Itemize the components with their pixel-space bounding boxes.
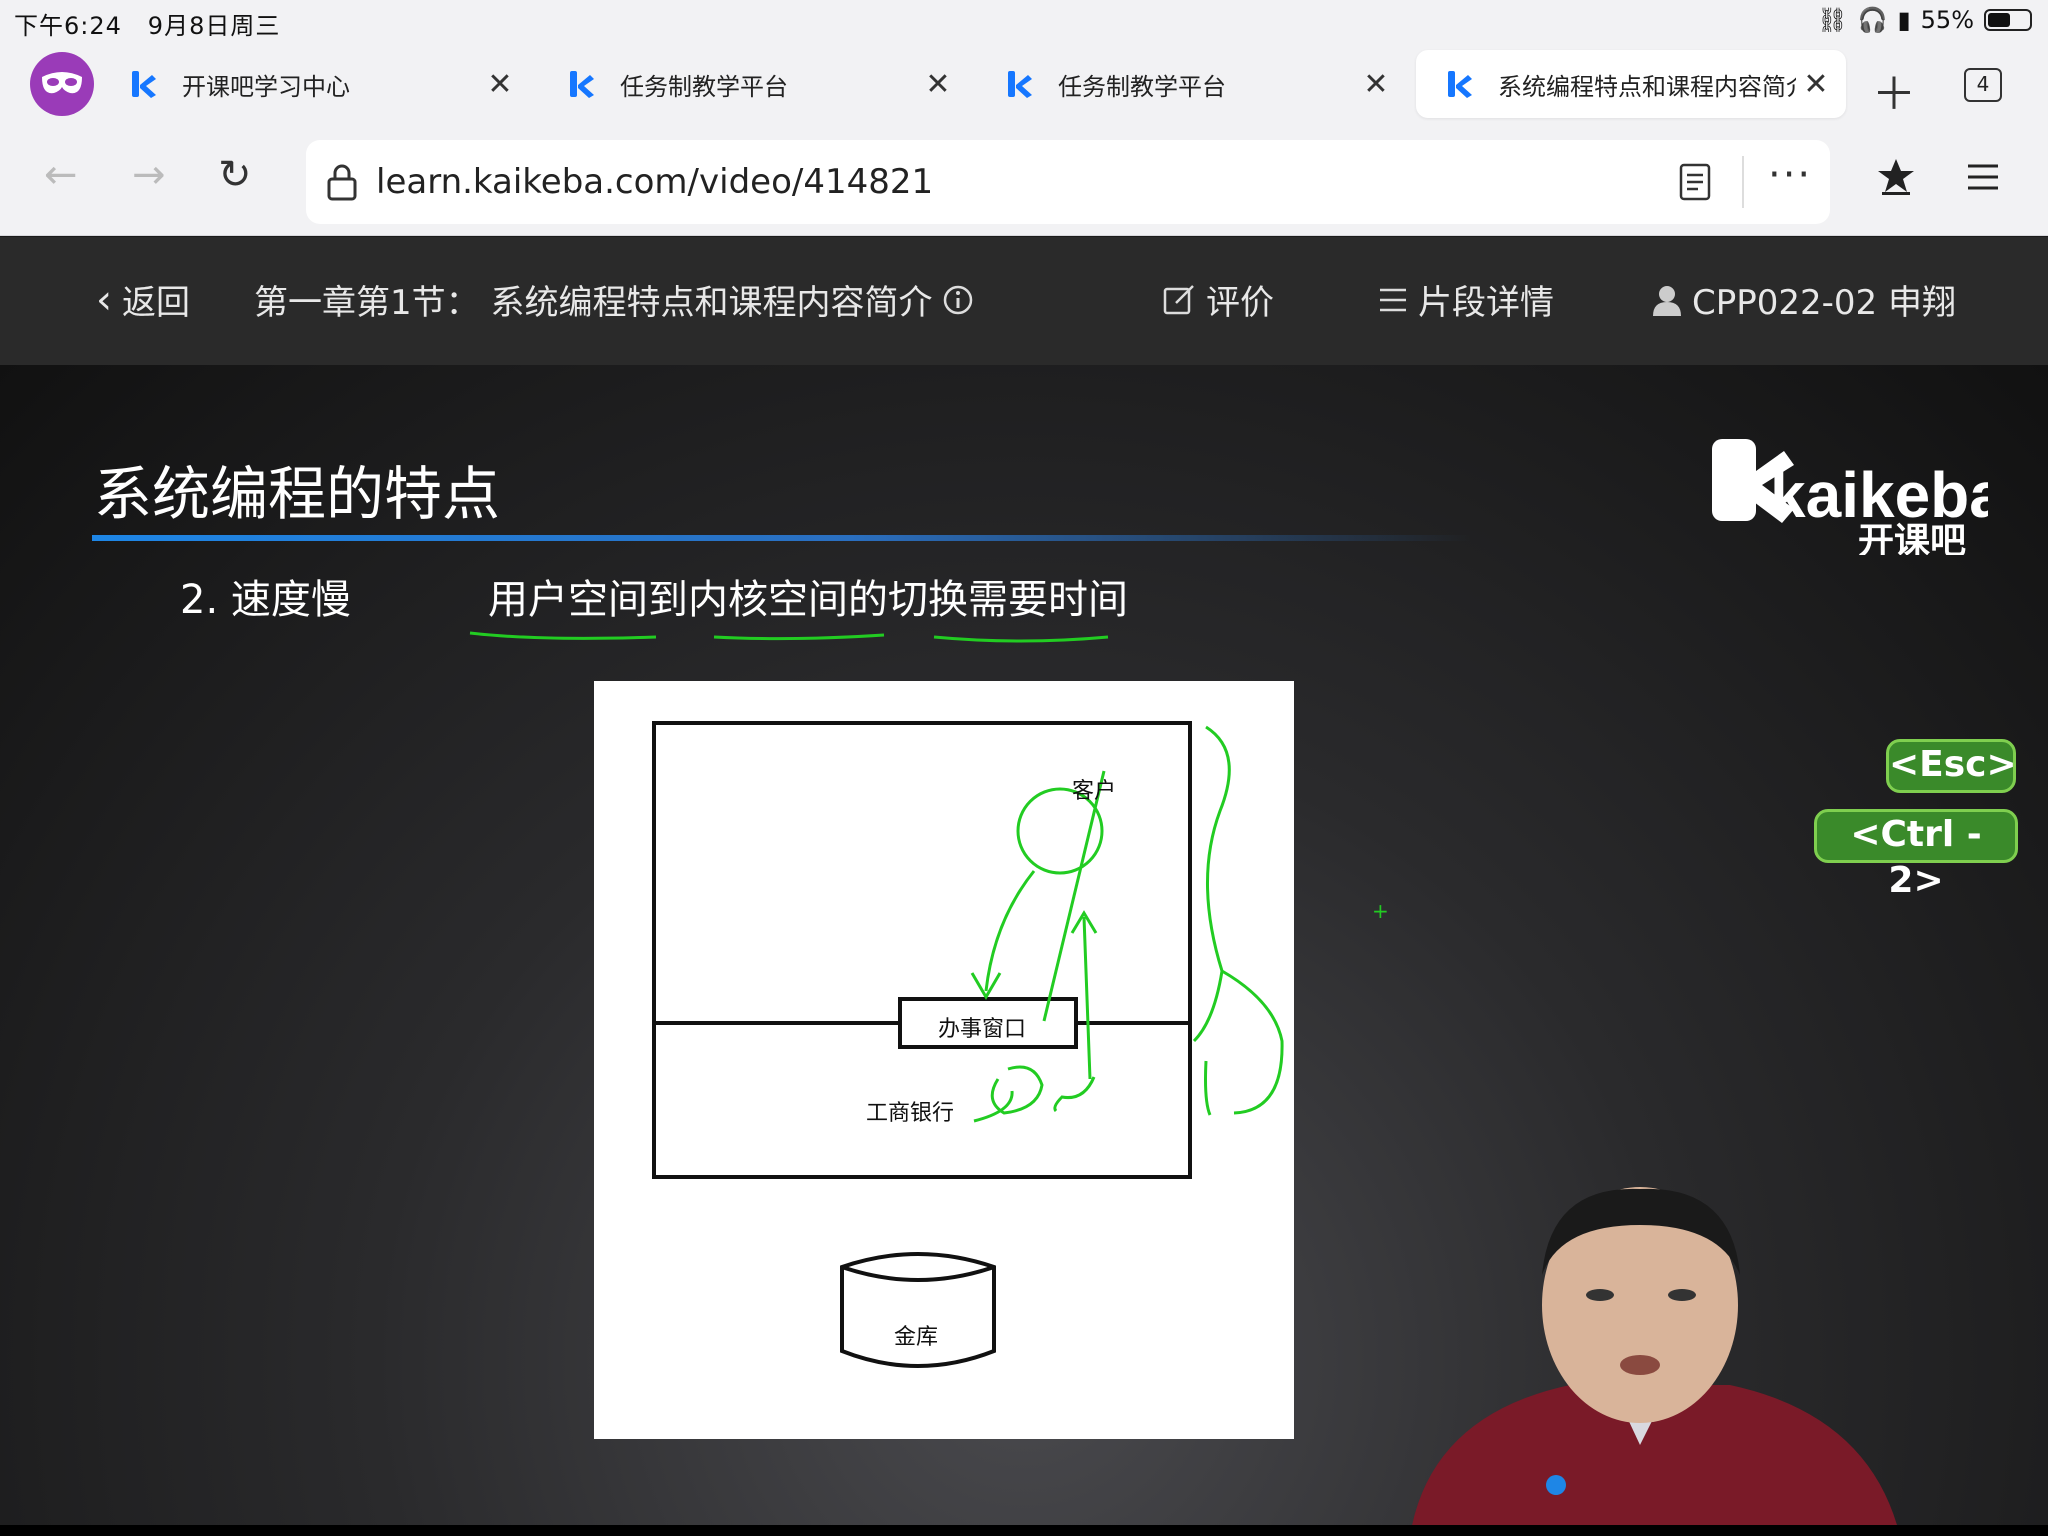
review-label: 评价: [1206, 283, 1274, 323]
menu-icon[interactable]: [1966, 162, 2000, 192]
reader-mode-icon[interactable]: [1678, 162, 1712, 202]
reload-icon[interactable]: ↻: [218, 152, 252, 198]
vault-label: 金库: [894, 1325, 939, 1350]
cursor-plus-icon: +: [1372, 899, 1389, 923]
bank-label: 工商银行: [866, 1101, 955, 1126]
presenter-video: [1410, 1187, 1900, 1536]
tab-1[interactable]: 开课吧学习中心 ✕: [100, 50, 530, 118]
course-header: ‹ 返回 第一章第1节： 系统编程特点和课程内容简介 评价 片段详情 CPP02…: [0, 237, 2048, 365]
status-right: ⛓ 🎧 ▮ 55%: [1817, 6, 2032, 34]
back-button[interactable]: ‹ 返回: [96, 275, 190, 324]
customer-label: 客户: [1072, 779, 1117, 804]
tab-3[interactable]: 任务制教学平台 ✕: [976, 50, 1406, 118]
battery-icon: [1984, 9, 2032, 31]
bullet-point-label: 2. 速度慢: [180, 577, 351, 623]
forward-arrow-icon[interactable]: →: [132, 152, 166, 198]
tab-bar: 开课吧学习中心 ✕ 任务制教学平台 ✕ 任务制教学平台 ✕ 系统编程特点和课程内…: [0, 40, 2048, 126]
window-label: 办事窗口: [938, 1017, 1027, 1042]
video-player[interactable]: 系统编程的特点 kaikeba 开课吧 2. 速度慢 用户空间到内核空间的切换需…: [0, 365, 2048, 1536]
info-icon[interactable]: [942, 284, 974, 316]
lesson-title-text: 第一章第1节： 系统编程特点和课程内容简介: [254, 283, 933, 323]
chevron-left-icon: ‹: [96, 276, 112, 323]
status-bar: 下午6:24 9月8日周三 ⛓ 🎧 ▮ 55%: [0, 0, 2048, 40]
ctrl2-shortcut-badge[interactable]: <Ctrl - 2>: [1814, 809, 2018, 901]
tab-count-button[interactable]: 4: [1964, 68, 2002, 102]
svg-text:开课吧: 开课吧: [1858, 521, 1966, 555]
kaikeba-logo-icon: [1008, 71, 1032, 98]
profile-mask-icon[interactable]: [30, 52, 94, 116]
url-text: learn.kaikeba.com/video/414821: [376, 162, 934, 202]
tab-label: 任务制教学平台: [1058, 72, 1226, 101]
whiteboard-diagram: 客户 办事窗口 工商银行 金库: [594, 681, 1294, 1439]
segment-label: 片段详情: [1418, 283, 1554, 323]
edit-icon: [1163, 284, 1194, 314]
battery-percent: 55%: [1920, 6, 1974, 34]
tab-2[interactable]: 任务制教学平台 ✕: [538, 50, 968, 118]
close-icon[interactable]: ✕: [918, 67, 958, 102]
slide-title: 系统编程的特点: [94, 460, 501, 528]
time-text: 下午6:24: [14, 12, 122, 40]
signal-icon: ▮: [1897, 6, 1911, 34]
kaikeba-logo-icon: [570, 71, 594, 98]
close-icon[interactable]: ✕: [480, 67, 520, 102]
date-text: 9月8日周三: [147, 12, 281, 40]
segment-details-button[interactable]: 片段详情: [1378, 275, 1554, 324]
tab-4-active[interactable]: 系统编程特点和课程内容简介 ✕: [1416, 50, 1846, 118]
tab-label: 开课吧学习中心: [182, 72, 350, 101]
tab-label: 系统编程特点和课程内容简介: [1498, 72, 1796, 101]
bookmark-star-icon[interactable]: [1876, 156, 1916, 196]
list-icon: [1380, 288, 1406, 311]
kaikeba-brand-logo: kaikeba 开课吧: [1708, 435, 2005, 562]
navigation-bar: ← → ↻ learn.kaikeba.com/video/414821 ···: [0, 126, 2048, 236]
lesson-title: 第一章第1节： 系统编程特点和课程内容简介: [254, 275, 974, 324]
divider: [1742, 156, 1744, 208]
kaikeba-logo-icon: [1448, 71, 1472, 98]
link-icon: ⛓: [1817, 6, 1848, 34]
kaikeba-logo-icon: [132, 71, 156, 98]
close-icon[interactable]: ✕: [1796, 67, 1836, 102]
address-bar[interactable]: learn.kaikeba.com/video/414821 ···: [306, 140, 1830, 224]
lock-icon: [327, 164, 357, 201]
back-arrow-icon[interactable]: ←: [44, 152, 78, 198]
status-time: 下午6:24 9月8日周三: [14, 6, 280, 41]
underline-annotation: [469, 631, 1109, 643]
user-menu[interactable]: CPP022-02 申翔: [1652, 275, 1956, 324]
title-underline: [92, 535, 1472, 541]
back-label: 返回: [122, 283, 190, 323]
close-icon[interactable]: ✕: [1356, 67, 1396, 102]
more-options-icon[interactable]: ···: [1768, 152, 1812, 198]
video-progress-strip: [0, 1525, 2048, 1536]
review-button[interactable]: 评价: [1162, 275, 1274, 324]
esc-shortcut-badge[interactable]: <Esc>: [1886, 739, 2017, 793]
user-icon: [1653, 285, 1681, 316]
new-tab-plus-icon[interactable]: ＋: [1872, 58, 1916, 122]
tab-label: 任务制教学平台: [620, 72, 788, 101]
headphones-icon: 🎧: [1857, 6, 1888, 34]
user-label: CPP022-02 申翔: [1692, 283, 1956, 323]
